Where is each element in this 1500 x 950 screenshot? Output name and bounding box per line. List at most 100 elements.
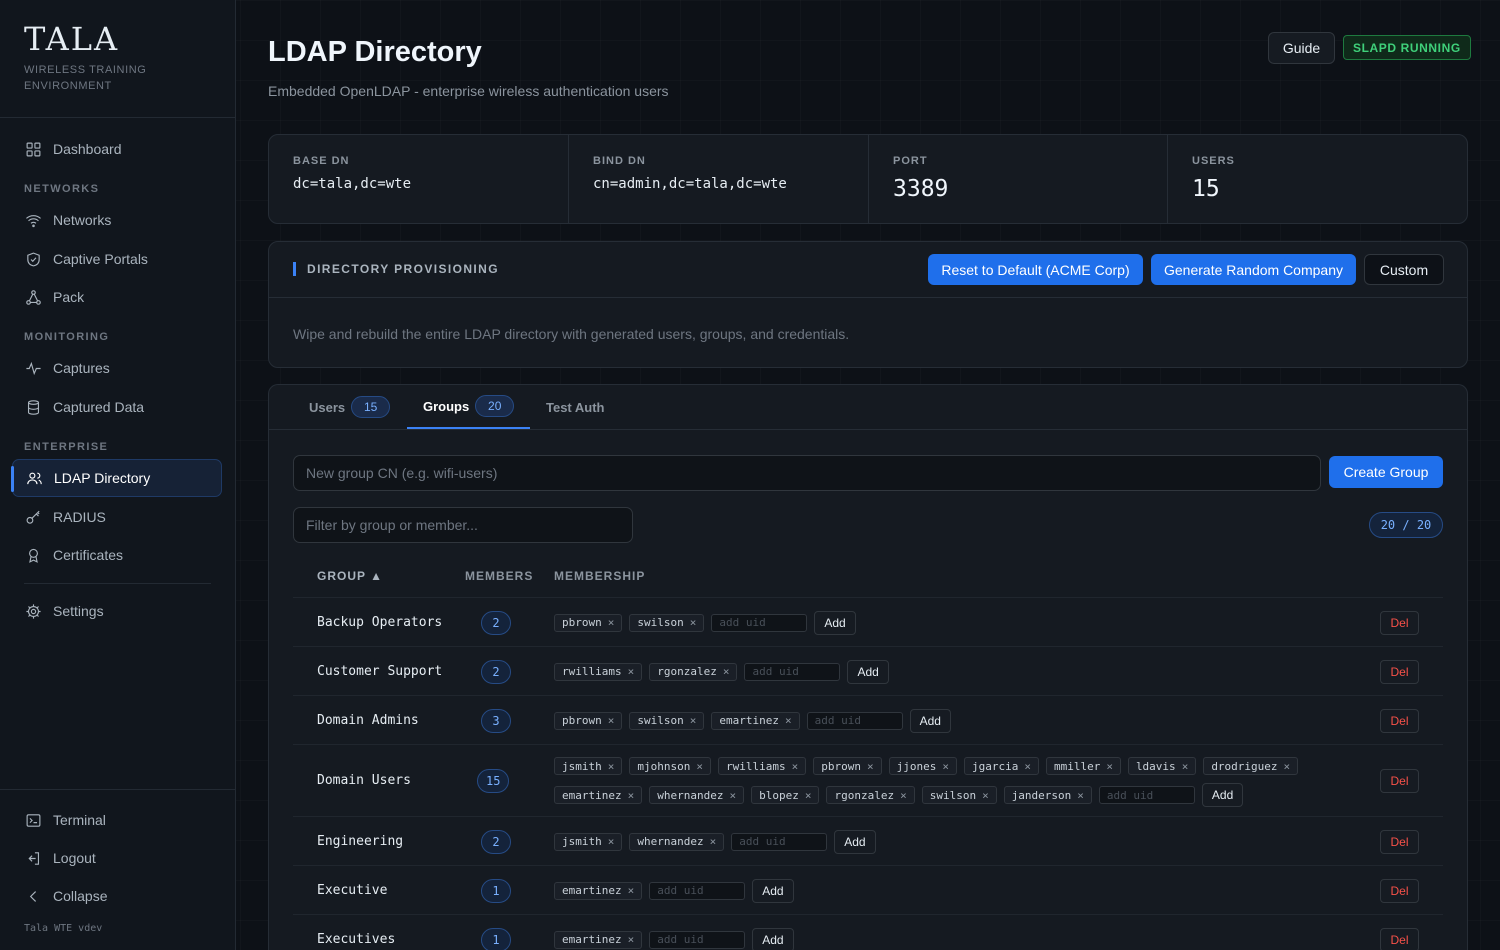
remove-member-icon[interactable]: × [690,616,697,629]
table-row: Executive 1 emartinez × Add Del [293,865,1443,914]
sidebar-divider [24,583,211,584]
create-group-button[interactable]: Create Group [1329,456,1443,488]
remove-member-icon[interactable]: × [792,760,799,773]
remove-member-icon[interactable]: × [690,714,697,727]
remove-member-icon[interactable]: × [608,616,615,629]
add-uid-input[interactable] [731,832,828,851]
sidebar: TALA WIRELESS TRAINING ENVIRONMENT Dashb… [0,0,236,950]
remove-member-icon[interactable]: × [867,760,874,773]
sidebar-item-label: Captures [53,360,110,376]
add-member-button[interactable]: Add [752,927,794,950]
remove-member-icon[interactable]: × [805,789,812,802]
remove-member-icon[interactable]: × [628,933,635,946]
add-uid-input[interactable] [806,711,903,730]
add-member-button[interactable]: Add [752,878,794,903]
sidebar-item-networks[interactable]: Networks [12,201,222,239]
remove-member-icon[interactable]: × [628,884,635,897]
remove-member-icon[interactable]: × [982,789,989,802]
tab-groups[interactable]: Groups 20 [407,385,531,429]
custom-button[interactable]: Custom [1364,254,1444,285]
sidebar-item-captive-portals[interactable]: Captive Portals [12,240,222,278]
member-uid: whernandez [657,788,724,802]
sidebar-item-label: Networks [53,212,112,228]
add-member-button[interactable]: Add [847,659,889,684]
remove-member-icon[interactable]: × [729,789,736,802]
provisioning-description: Wipe and rebuild the entire LDAP directo… [293,326,850,342]
tab-test-auth[interactable]: Test Auth [546,385,605,429]
member-uid: emartinez [562,933,622,946]
remove-member-icon[interactable]: × [710,835,717,848]
delete-group-button[interactable]: Del [1380,769,1419,793]
remove-member-icon[interactable]: × [608,714,615,727]
remove-member-icon[interactable]: × [1106,760,1113,773]
column-header-group[interactable]: GROUP ▲ [317,569,383,583]
tab-count: 20 [475,395,515,417]
sidebar-item-radius[interactable]: RADIUS [12,498,222,536]
sidebar-item-logout[interactable]: Logout [12,839,222,877]
sidebar-item-label: LDAP Directory [54,470,151,486]
new-group-input[interactable] [293,455,1321,491]
delete-group-button[interactable]: Del [1380,829,1419,854]
sidebar-item-settings[interactable]: Settings [12,592,222,630]
member-chip: whernandez × [649,786,745,804]
member-uid: rwilliams [725,759,786,773]
sidebar-item-captures[interactable]: Captures [12,349,222,387]
table-row: Backup Operators 2 pbrown × swilson × Add Del [293,597,1443,646]
remove-member-icon[interactable]: × [723,665,730,678]
remove-member-icon[interactable]: × [608,760,615,773]
tab-users[interactable]: Users 15 [309,385,391,429]
add-uid-input[interactable] [649,930,746,949]
add-member-button[interactable]: Add [814,610,856,635]
member-chip: janderson × [1003,786,1092,804]
column-header-membership: MEMBERSHIP [554,569,646,583]
app-version: Tala WTE vdev [24,923,103,934]
add-member-button[interactable]: Add [1201,783,1244,807]
sidebar-item-label: Collapse [53,888,108,904]
sidebar-collapse-button[interactable]: Collapse [12,877,222,915]
sidebar-item-pack[interactable]: Pack [12,278,222,316]
guide-button[interactable]: Guide [1268,32,1335,64]
reset-default-button[interactable]: Reset to Default (ACME Corp) [928,254,1143,285]
base-dn-stat: BASE DN dc=tala,dc=wte [269,135,569,223]
delete-group-button[interactable]: Del [1380,878,1419,903]
member-uid: emartinez [719,714,779,727]
remove-member-icon[interactable]: × [1077,789,1084,802]
sidebar-item-label: Settings [53,603,104,619]
remove-member-icon[interactable]: × [628,789,635,802]
sidebar-item-ldap-directory[interactable]: LDAP Directory [11,459,222,497]
remove-member-icon[interactable]: × [1284,760,1291,773]
remove-member-icon[interactable]: × [1024,760,1031,773]
sidebar-item-captured-data[interactable]: Captured Data [12,388,222,426]
delete-group-button[interactable]: Del [1380,610,1419,635]
table-row: Domain Admins 3 pbrown × swilson × emartinez × A… [293,695,1443,744]
remove-member-icon[interactable]: × [785,714,792,727]
sidebar-divider [0,789,236,790]
generate-random-button[interactable]: Generate Random Company [1151,254,1356,285]
sidebar-item-terminal[interactable]: Terminal [12,801,222,839]
add-uid-input[interactable] [1098,786,1195,804]
network-nodes-icon [24,288,42,306]
add-uid-input[interactable] [744,662,841,681]
remove-member-icon[interactable]: × [696,760,703,773]
delete-group-button[interactable]: Del [1380,927,1419,950]
app-logo: TALA [24,20,120,58]
sidebar-item-certificates[interactable]: Certificates [12,536,222,574]
membership-list: pbrown × swilson × Add [554,610,1334,635]
add-member-button[interactable]: Add [909,708,951,733]
remove-member-icon[interactable]: × [1182,760,1189,773]
delete-group-button[interactable]: Del [1380,659,1419,684]
remove-member-icon[interactable]: × [628,665,635,678]
remove-member-icon[interactable]: × [608,835,615,848]
add-member-button[interactable]: Add [834,829,876,854]
add-uid-input[interactable] [649,881,746,900]
add-uid-input[interactable] [711,613,808,632]
remove-member-icon[interactable]: × [942,760,949,773]
activity-icon [24,359,42,377]
sidebar-item-dashboard[interactable]: Dashboard [12,130,222,168]
remove-member-icon[interactable]: × [900,789,907,802]
member-chip: blopez × [751,786,820,804]
group-filter-input[interactable] [293,507,633,543]
member-uid: mmiller [1053,759,1101,773]
member-chip: pbrown × [554,711,623,730]
delete-group-button[interactable]: Del [1380,708,1419,733]
